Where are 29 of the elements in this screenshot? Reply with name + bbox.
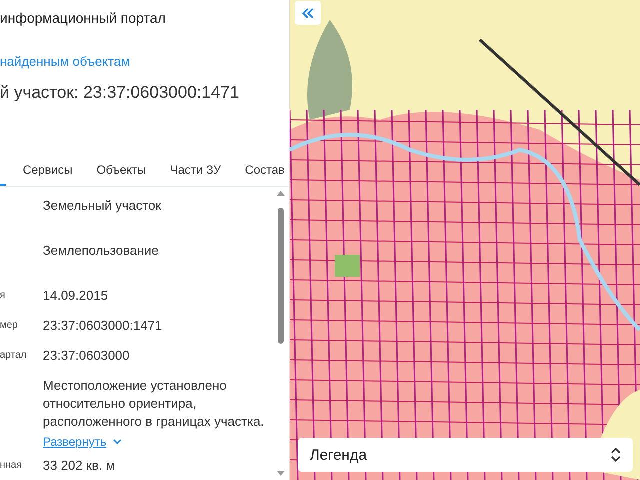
legend-panel[interactable]: Легенда xyxy=(298,438,633,472)
expand-collapse-icon xyxy=(611,447,621,463)
field-value: 33 202 кв. м xyxy=(43,457,116,475)
expand-link[interactable]: Развернуть xyxy=(43,435,276,449)
scrollbar-thumb[interactable] xyxy=(278,208,284,344)
back-link[interactable]: найденным объектам xyxy=(0,54,289,69)
legend-title: Легенда xyxy=(310,446,368,464)
tab[interactable]: Состав xyxy=(233,156,289,186)
scroll-down-icon[interactable] xyxy=(277,471,285,476)
collapse-panel-button[interactable] xyxy=(295,1,321,25)
field-value: 23:37:0603000 xyxy=(43,347,131,365)
field-label: артал xyxy=(0,349,28,361)
parcel-heading: й участок: 23:37:0603000:1471 xyxy=(0,83,240,103)
field-value: 14.09.2015 xyxy=(43,287,110,305)
chevron-down-icon xyxy=(112,439,122,445)
portal-title: информационный портал xyxy=(0,9,167,28)
map-drawing[interactable] xyxy=(290,0,640,480)
double-chevron-left-icon xyxy=(302,8,314,18)
field-label: мер xyxy=(0,319,19,331)
field-value: Земельный участок xyxy=(43,197,162,215)
field-value: 23:37:0603000:1471 xyxy=(43,317,164,335)
tab[interactable]: Части ЗУ xyxy=(158,156,234,186)
tab[interactable]: Сервисы xyxy=(11,156,85,186)
field-value: Местоположение установлено относительно ориентира, расположенного в границах участка. xyxy=(43,377,266,431)
field-value: Землепользование xyxy=(43,242,160,260)
scroll-up-icon[interactable] xyxy=(277,191,285,196)
tab[interactable]: Объекты xyxy=(84,156,158,186)
field-label: нная xyxy=(0,459,24,471)
field-label: я xyxy=(0,289,6,301)
